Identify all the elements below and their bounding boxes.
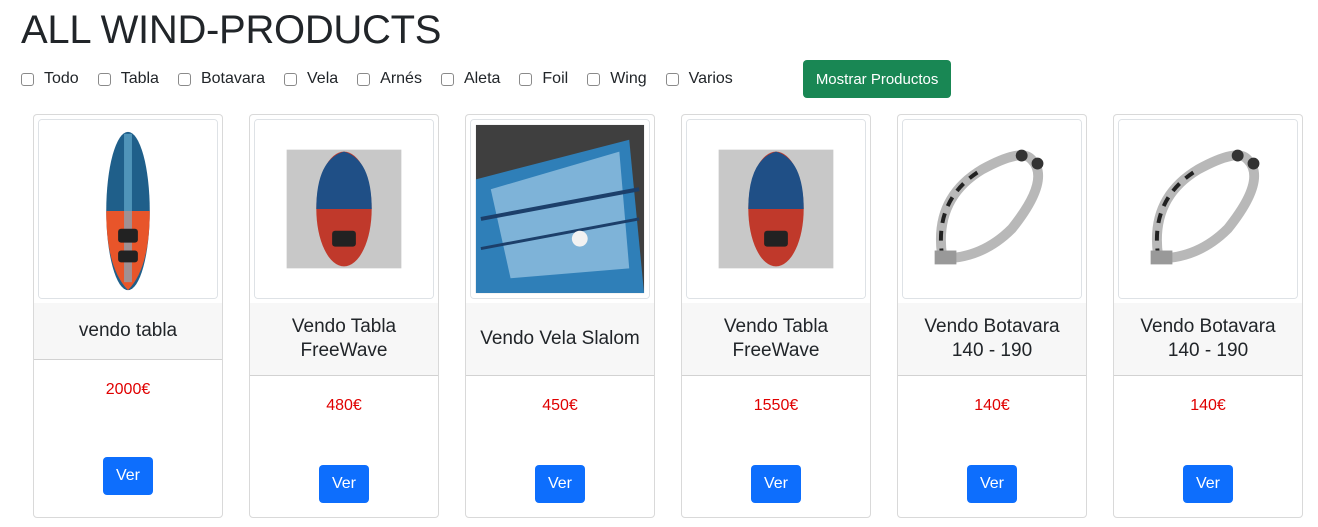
windsurf-board-icon [687,120,865,298]
product-header: Vendo Vela Slalom [466,303,654,376]
filter-varios[interactable]: Varios [665,70,733,88]
product-card: Vendo Botavara 140 - 190 140€ Ver [897,114,1087,518]
show-products-button[interactable]: Mostrar Productos [802,60,952,98]
product-header: Vendo Tabla FreeWave [250,303,438,376]
filter-label: Aleta [463,70,501,87]
filter-foil[interactable]: Foil [519,70,568,88]
product-header: Vendo Botavara 140 - 190 [1114,303,1302,376]
windsurf-board-icon [255,120,433,298]
sail-photo-icon [471,120,649,298]
product-header: Vendo Tabla FreeWave [682,303,870,376]
filter-botavara[interactable]: Botavara [177,70,265,88]
checkbox[interactable] [284,72,297,86]
product-card: Vendo Botavara 140 - 190 140€ Ver [1113,114,1303,518]
product-price: 450€ [542,397,578,414]
filter-label: Vela [307,70,339,87]
filter-label: Varios [688,70,733,87]
view-product-button[interactable]: Ver [103,457,153,495]
view-product-button[interactable]: Ver [967,465,1017,503]
product-image[interactable] [1118,119,1298,299]
product-price: 480€ [326,397,362,414]
product-price: 140€ [1190,397,1226,414]
view-product-button[interactable]: Ver [535,465,585,503]
product-card: Vendo Tabla FreeWave 1550€ Ver [681,114,871,518]
checkbox[interactable] [177,72,191,86]
filter-wing[interactable]: Wing [587,70,647,88]
checkbox[interactable] [519,72,533,86]
category-filters: Todo Tabla Botavara Vela Arnés Aleta Foi… [21,60,952,98]
filter-tabla[interactable]: Tabla [97,70,159,88]
product-image[interactable] [254,119,434,299]
checkbox[interactable] [665,72,679,86]
product-image[interactable] [470,119,650,299]
product-card: Vendo Tabla FreeWave 480€ Ver [249,114,439,518]
product-card: vendo tabla 2000€ Ver [33,114,223,518]
checkbox[interactable] [357,72,371,86]
filter-label: Arnés [380,70,422,87]
boom-icon [1119,120,1297,298]
page-title: ALL WIND-PRODUCTS [21,8,442,52]
filter-label: Foil [542,70,569,87]
product-name: Vendo Tabla FreeWave [723,316,829,361]
product-name: Vendo Botavara 140 - 190 [1140,316,1276,361]
product-name: Vendo Vela Slalom [480,328,640,349]
filter-vela[interactable]: Vela [284,70,338,88]
boom-icon [903,120,1081,298]
product-card: Vendo Vela Slalom 450€ Ver [465,114,655,518]
view-product-button[interactable]: Ver [751,465,801,503]
product-header: vendo tabla [34,303,222,360]
filter-aleta[interactable]: Aleta [440,70,501,88]
filter-label: Tabla [120,70,159,87]
product-header: Vendo Botavara 140 - 190 [898,303,1086,376]
filter-todo[interactable]: Todo [21,70,79,88]
filter-label: Wing [610,70,647,87]
checkbox[interactable] [97,72,111,86]
checkbox[interactable] [21,72,34,86]
product-name: Vendo Tabla FreeWave [291,316,397,361]
checkbox[interactable] [440,72,454,86]
filter-label: Todo [44,70,79,87]
filter-label: Botavara [200,70,265,87]
view-product-button[interactable]: Ver [319,465,369,503]
product-image[interactable] [38,119,218,299]
view-product-button[interactable]: Ver [1183,465,1233,503]
windsurf-board-icon [39,120,217,298]
product-name: vendo tabla [78,320,178,341]
filter-arnes[interactable]: Arnés [357,70,422,88]
checkbox[interactable] [587,72,601,86]
product-price: 1550€ [753,397,799,414]
product-name: Vendo Botavara 140 - 190 [924,316,1060,361]
product-image[interactable] [686,119,866,299]
product-price: 2000€ [105,381,151,398]
product-image[interactable] [902,119,1082,299]
product-price: 140€ [974,397,1010,414]
